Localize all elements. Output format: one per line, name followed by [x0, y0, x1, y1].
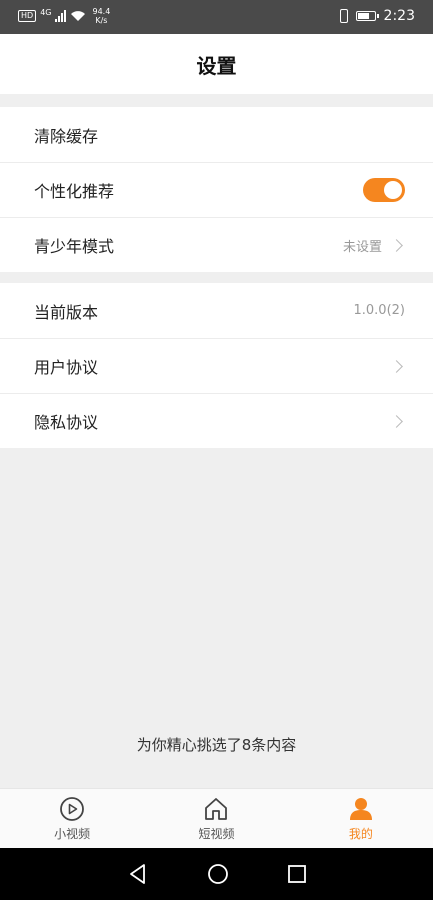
signal-type: 4G [40, 7, 52, 17]
home-circle-icon[interactable] [207, 863, 229, 885]
personalized-recommend-row: 个性化推荐 [0, 162, 433, 217]
current-version-label: 当前版本 [34, 302, 99, 322]
privacy-agreement-row[interactable]: 隐私协议 [0, 393, 433, 448]
tab-small-video[interactable]: 小视频 [0, 789, 144, 848]
cell-signal-icon [55, 10, 67, 22]
net-speed-unit: K/s [95, 16, 108, 25]
status-bar: HD 4G 94.4 K/s 2:23 [0, 0, 433, 34]
header: 设置 [0, 34, 433, 94]
net-speed-value: 94.4 [92, 7, 111, 16]
privacy-agreement-label: 隐私协议 [34, 413, 99, 432]
status-right: 2:23 [339, 8, 415, 24]
settings-group-1: 清除缓存 个性化推荐 青少年模式 未设置 [0, 107, 433, 272]
user-icon [349, 797, 372, 820]
current-version-row: 当前版本 1.0.0(2) [0, 283, 433, 338]
status-left: HD 4G 94.4 K/s [18, 7, 110, 25]
play-circle-icon [60, 796, 85, 821]
toggle-knob [384, 181, 402, 199]
personalized-recommend-toggle[interactable] [363, 178, 405, 202]
tab-short-video-label: 短视频 [198, 826, 235, 841]
back-icon[interactable] [127, 863, 149, 885]
teen-mode-value: 未设置 [342, 239, 382, 255]
net-speed: 94.4 K/s [92, 7, 110, 25]
clear-cache-label: 清除缓存 [34, 126, 99, 146]
status-time: 2:23 [383, 8, 415, 24]
content-count-text: 为你精心挑选了8条内容 [136, 736, 297, 754]
system-nav-bar [0, 848, 433, 900]
user-agreement-label: 用户协议 [34, 358, 99, 377]
chevron-right-icon [390, 414, 403, 428]
home-icon [205, 797, 228, 820]
tab-mine-label: 我的 [348, 826, 373, 841]
tab-mine[interactable]: 我的 [289, 789, 433, 848]
chevron-right-icon [390, 238, 403, 252]
tab-small-video-label: 小视频 [54, 826, 91, 841]
teen-mode-right: 未设置 [343, 236, 405, 255]
teen-mode-row[interactable]: 青少年模式 未设置 [0, 217, 433, 272]
tab-bar: 小视频 短视频 我的 [0, 788, 433, 848]
battery-icon [355, 11, 379, 21]
tab-short-video[interactable]: 短视频 [144, 789, 288, 848]
wifi-icon [71, 11, 86, 21]
teen-mode-label: 青少年模式 [34, 237, 115, 256]
clear-cache-row[interactable]: 清除缓存 [0, 107, 433, 162]
user-agreement-row[interactable]: 用户协议 [0, 338, 433, 393]
hd-badge: HD [18, 10, 37, 22]
personalized-recommend-label: 个性化推荐 [34, 182, 115, 201]
vibrate-icon [339, 9, 348, 23]
page-title: 设置 [196, 53, 237, 78]
recents-icon[interactable] [287, 864, 307, 884]
chevron-right-icon [390, 359, 403, 373]
settings-group-2: 当前版本 1.0.0(2) 用户协议 隐私协议 [0, 283, 433, 448]
current-version-value: 1.0.0(2) [353, 303, 406, 318]
